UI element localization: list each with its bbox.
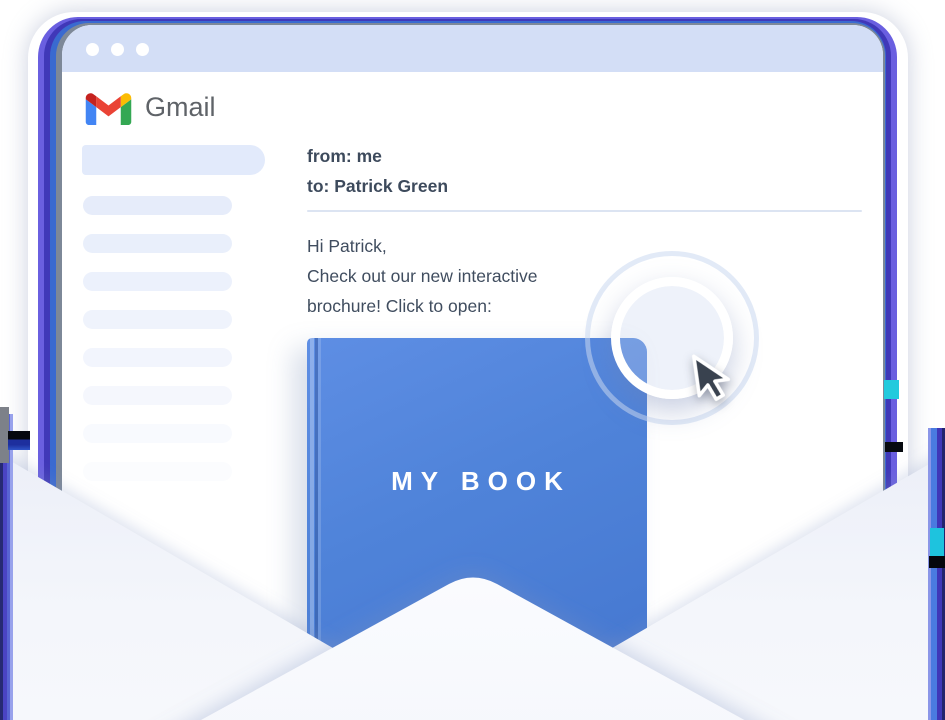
glitch-navy-box [8,431,30,450]
glitch-teal-accent [884,380,899,399]
glitch-black-box [929,556,945,568]
sidebar-item-placeholder [83,196,232,215]
email-from: from: me [307,141,448,171]
window-control-dot[interactable] [111,43,124,56]
glitch-teal-box [930,528,944,558]
sidebar-item-placeholder [83,386,232,405]
email-body-line: brochure! Click to open: [307,291,538,321]
email-to: to: Patrick Green [307,171,448,201]
glitch-black-accent [885,442,903,452]
window-titlebar [62,25,883,72]
brochure-book[interactable]: MY BOOK [307,338,647,665]
sidebar-item-placeholder [83,272,232,291]
sidebar-item-placeholder [83,348,232,367]
gmail-wordmark: Gmail [145,92,216,123]
email-body: Hi Patrick, Check out our new interactiv… [307,231,538,321]
gmail-logo-icon [85,90,132,125]
email-body-line: Check out our new interactive [307,261,538,291]
sidebar-item-placeholder [83,234,232,253]
sidebar-item-placeholder [83,462,232,481]
illustration-stage: Gmail from: me to: Patrick Green Hi Patr… [0,0,945,720]
sidebar-item-placeholder [83,424,232,443]
email-greeting: Hi Patrick, [307,231,538,261]
glitch-strip-right [928,428,945,720]
cursor-arrow-icon [687,348,736,407]
gmail-brand: Gmail [85,90,216,125]
window-control-dot[interactable] [86,43,99,56]
book-title: MY BOOK [307,466,647,497]
email-header: from: me to: Patrick Green [307,141,448,201]
book-spine-highlight [318,338,321,665]
email-divider [307,210,862,212]
sidebar-item-placeholder [83,310,232,329]
book-spine [310,338,314,665]
window-control-dot[interactable] [136,43,149,56]
window-controls[interactable] [86,43,149,56]
sidebar-selected-item-placeholder[interactable] [82,145,265,175]
browser-window: Gmail from: me to: Patrick Green Hi Patr… [62,25,883,665]
